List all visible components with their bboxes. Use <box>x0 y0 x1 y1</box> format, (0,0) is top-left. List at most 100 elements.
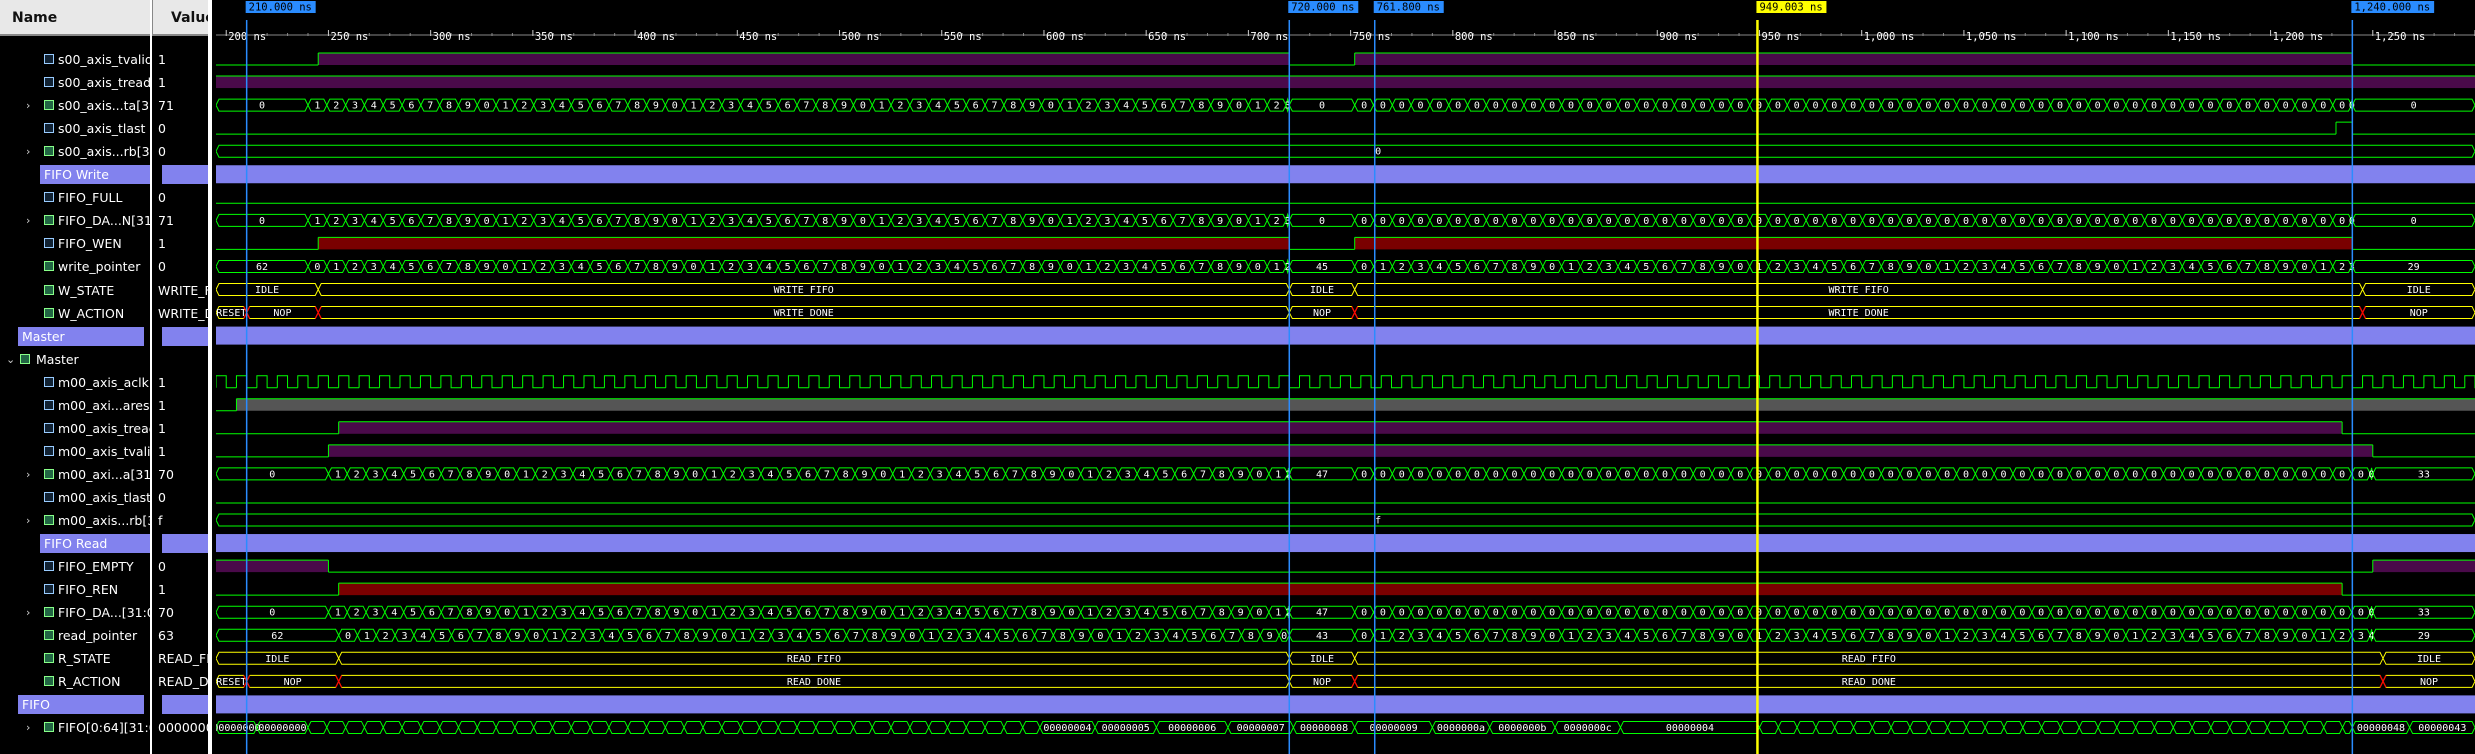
signal-row-fifo-data-out[interactable]: › FIFO_DA...[31:0] <box>0 601 150 624</box>
bus-value-label: 0 <box>2057 608 2063 619</box>
bus-value-label: 0 <box>1418 216 1424 227</box>
signal-row-r-state[interactable]: R_STATE <box>0 647 150 670</box>
bus-value-label: 0 <box>269 608 275 619</box>
signal-value: 1 <box>158 440 208 463</box>
bus-segment <box>2135 720 2156 734</box>
bus-value-label: 8 <box>872 631 878 642</box>
signal-row-s00-tlast[interactable]: s00_axis_tlast <box>0 117 150 140</box>
bus-value-label: 0 <box>1982 608 1988 619</box>
signal-row-fifo-wen[interactable]: FIFO_WEN <box>0 232 150 255</box>
bus-value-label: 0 <box>1493 608 1499 619</box>
bus-value-label: 9 <box>485 469 491 480</box>
value-column-header[interactable]: Value <box>152 0 208 36</box>
waveform-canvas[interactable]: 200 ns 250 ns 300 ns 350 ns 400 ns 450 ns 500 … <box>216 0 2475 754</box>
chevron-right-icon[interactable]: › <box>26 716 30 739</box>
bus-value-label: 8 <box>1198 216 1204 227</box>
signal-row-s00-tstrb[interactable]: › s00_axis...rb[3:0] <box>0 140 150 163</box>
chevron-right-icon[interactable]: › <box>26 509 30 532</box>
bus-value-label: 0 <box>2113 262 2119 273</box>
bus-value-label: 6 <box>1161 216 1167 227</box>
signal-row-m00-tvalid[interactable]: m00_axis_tvalid <box>0 440 150 463</box>
chevron-right-icon[interactable]: › <box>26 94 30 117</box>
signal-row-m00-aclk[interactable]: m00_axis_aclk <box>0 371 150 394</box>
signal-row-m00-tdata[interactable]: › m00_axi...a[31:0] <box>0 463 150 486</box>
signal-row-w-action[interactable]: W_ACTION <box>0 302 150 325</box>
signal-name: s00_axis_tready <box>58 75 150 91</box>
bus-segment <box>2003 720 2024 734</box>
bus-value-label: 0 <box>2001 608 2007 619</box>
bus-value-label: 0 <box>1907 216 1913 227</box>
bus-value-label: 2 <box>1135 631 1141 642</box>
bus-value-label: 5 <box>1455 631 1461 642</box>
signal-value: 0 <box>158 486 208 509</box>
bus-value-label: 2 <box>2151 262 2157 273</box>
chevron-down-icon[interactable]: ⌄ <box>6 348 15 371</box>
bus-value-label: 6 <box>458 631 464 642</box>
signal-value: READ_FI <box>158 647 208 670</box>
signal-row-m00-tlast[interactable]: m00_axis_tlast <box>0 486 150 509</box>
name-column-header[interactable]: Name <box>0 0 150 36</box>
bus-value-label: 3 <box>747 262 753 273</box>
bus-value-label: 0 <box>1775 469 1781 480</box>
bus-value-label: 0 <box>1907 469 1913 480</box>
bus-value-label: 9 <box>1238 469 1244 480</box>
bus-value-label: 5 <box>786 469 792 480</box>
signal-row-read-pointer[interactable]: read_pointer <box>0 624 150 647</box>
bus-value-label: 3 <box>352 101 358 112</box>
chevron-right-icon[interactable]: › <box>26 209 30 232</box>
bus-value-label: 0 <box>2038 101 2044 112</box>
signal-row-s00-tvalid[interactable]: s00_axis_tvalid <box>0 48 150 71</box>
signal-row-s00-tready[interactable]: s00_axis_tready <box>0 71 150 94</box>
bus-value-label: 0 <box>314 262 320 273</box>
bus-value-label: 1 <box>1275 608 1281 619</box>
bus-value-label: 0 <box>1606 608 1612 619</box>
bus-value-label: 0 <box>1850 216 1856 227</box>
signal-row-div-master[interactable]: Master <box>0 325 150 348</box>
bus-value-label: 0 <box>1512 216 1518 227</box>
bus-value-label: 2 <box>1274 101 1280 112</box>
signal-row-fifo-empty[interactable]: FIFO_EMPTY <box>0 555 150 578</box>
signal-value-text: 0 <box>158 559 166 575</box>
chevron-right-icon[interactable]: › <box>26 601 30 624</box>
bus-value-label: 9 <box>1217 216 1223 227</box>
bus-segment <box>834 720 854 734</box>
signal-row-s00-tdata[interactable]: › s00_axis...ta[31:0] <box>0 94 150 117</box>
signal-row-r-action[interactable]: R_ACTION <box>0 670 150 693</box>
bus-value-label: 0 <box>1624 216 1630 227</box>
chevron-right-icon[interactable]: › <box>26 463 30 486</box>
bus-value-label: 6 <box>597 101 603 112</box>
signal-row-div-fifo-write[interactable]: FIFO Write <box>0 163 150 186</box>
signal-value: 70 <box>158 601 208 624</box>
bus-value-label: 6 <box>1180 262 1186 273</box>
signal-row-m00-tready[interactable]: m00_axis_tready <box>0 417 150 440</box>
bus-value-label: 0 <box>502 262 508 273</box>
bus-value-label: 7 <box>1869 262 1875 273</box>
waveform-area[interactable]: 200 ns 250 ns 300 ns 350 ns 400 ns 450 ns 500 … <box>216 0 2475 754</box>
bus-value-label: 0 <box>2095 608 2101 619</box>
signal-row-div-fifo[interactable]: FIFO <box>0 693 150 716</box>
chevron-right-icon[interactable]: › <box>26 140 30 163</box>
signal-row-div-fifo-read[interactable]: FIFO Read <box>0 532 150 555</box>
bus-value-label: 0 <box>2264 469 2270 480</box>
signal-value: 71 <box>158 94 208 117</box>
signal-row-grp-master[interactable]: ⌄ Master <box>0 348 150 371</box>
signal-row-fifo-ren[interactable]: FIFO_REN <box>0 578 150 601</box>
signal-row-m00-aresetn[interactable]: m00_axi...aresetn <box>0 394 150 417</box>
signal-row-w-state[interactable]: W_STATE <box>0 279 150 302</box>
bus-value-label: 0 <box>2132 216 2138 227</box>
bus-segment <box>2285 720 2306 734</box>
bus-value-label: 6 <box>1181 469 1187 480</box>
signal-row-fifo-mem[interactable]: › FIFO[0:64][31:0] <box>0 716 150 739</box>
bus-value-label: 0 <box>1361 631 1367 642</box>
signal-name: W_STATE <box>58 282 115 298</box>
signal-row-write-pointer[interactable]: write_pointer <box>0 255 150 278</box>
bus-value-label: 2 <box>759 631 765 642</box>
signal-row-m00-tstrb[interactable]: › m00_axis...rb[3:0] <box>0 509 150 532</box>
bus-value-label: 5 <box>597 262 603 273</box>
signal-row-fifo-data-in[interactable]: › FIFO_DA...N[31:0] <box>0 209 150 232</box>
bus-value-label: 0 <box>1530 469 1536 480</box>
bus-value-label: 9 <box>673 608 679 619</box>
bus-value-label: 7 <box>1012 608 1018 619</box>
signal-row-fifo-full[interactable]: FIFO_FULL <box>0 186 150 209</box>
bus-value-label: 2 <box>521 216 527 227</box>
